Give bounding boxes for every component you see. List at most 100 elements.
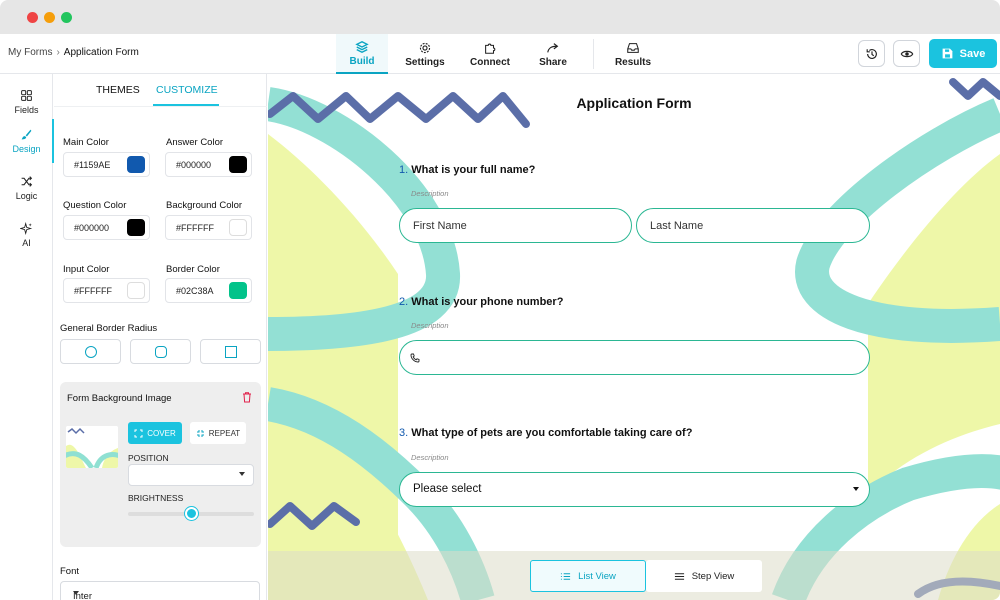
tab-customize[interactable]: CUSTOMIZE (156, 84, 218, 96)
rail-item-design[interactable]: Design (0, 119, 54, 163)
last-name-input[interactable]: Last Name (636, 208, 870, 243)
border-color-field[interactable]: #02C38A (165, 278, 252, 303)
input-color-swatch[interactable] (127, 282, 145, 299)
minimize-window-button[interactable] (44, 12, 55, 23)
share-arrow-icon (547, 42, 559, 53)
preview-button[interactable] (893, 40, 920, 67)
background-color-swatch[interactable] (229, 219, 247, 236)
rail-item-logic[interactable]: Logic (0, 166, 53, 210)
cover-button-label: COVER (147, 428, 176, 438)
position-select[interactable] (128, 464, 254, 486)
phone-icon (410, 353, 420, 363)
repeat-button[interactable]: REPEAT (190, 422, 246, 444)
tab-connect-label: Connect (470, 56, 510, 68)
chevron-down-icon (853, 487, 859, 491)
square-shape-icon (224, 345, 237, 358)
rail-item-ai[interactable]: AI (0, 213, 53, 257)
radius-round-button[interactable] (60, 339, 121, 364)
list-view-button[interactable]: List View (530, 560, 646, 592)
input-color-field[interactable]: #FFFFFF (63, 278, 150, 303)
tab-build[interactable]: Build (336, 34, 388, 74)
list-view-label: List View (578, 570, 616, 582)
history-icon (866, 48, 877, 59)
tab-themes[interactable]: THEMES (96, 84, 140, 96)
pets-select-value: Please select (413, 483, 482, 495)
border-radius-label: General Border Radius (60, 323, 158, 334)
left-rail: Fields Design Logic AI (0, 74, 54, 600)
border-color-swatch[interactable] (229, 282, 247, 299)
question-color-field[interactable]: #000000 (63, 215, 150, 240)
rail-item-fields[interactable]: Fields (0, 80, 53, 124)
question-3: 3. What type of pets are you comfortable… (399, 427, 692, 439)
answer-color-field[interactable]: #000000 (165, 152, 252, 177)
question-2-description: Description (411, 321, 449, 330)
background-image-thumbnail (66, 426, 118, 468)
tab-settings[interactable]: Settings (400, 34, 450, 74)
rail-label-ai: AI (22, 238, 31, 248)
tab-share-label: Share (539, 56, 567, 68)
background-color-field[interactable]: #FFFFFF (165, 215, 252, 240)
rail-label-fields: Fields (14, 105, 39, 115)
tab-share[interactable]: Share (528, 34, 578, 74)
top-navigation: My Forms › Application Form Build Settin… (0, 34, 1000, 74)
repeat-button-label: REPEAT (208, 428, 241, 438)
brightness-slider-thumb[interactable] (184, 507, 198, 520)
eye-icon (900, 50, 913, 57)
border-color-label: Border Color (166, 264, 220, 275)
brightness-label: BRIGHTNESS (128, 493, 184, 503)
tab-connect[interactable]: Connect (464, 34, 516, 74)
save-icon (942, 48, 953, 59)
rail-label-logic: Logic (15, 191, 38, 201)
question-3-description: Description (411, 453, 449, 462)
border-color-value: #02C38A (176, 286, 214, 296)
last-name-placeholder: Last Name (650, 220, 704, 232)
tab-build-label: Build (349, 55, 375, 67)
first-name-placeholder: First Name (413, 220, 467, 232)
close-window-button[interactable] (27, 12, 38, 23)
input-color-value: #FFFFFF (74, 286, 112, 296)
main-color-swatch[interactable] (127, 156, 145, 173)
question-1-description: Description (411, 189, 449, 198)
circle-shape-icon (84, 345, 97, 358)
app-window: My Forms › Application Form Build Settin… (0, 0, 1000, 600)
cover-button[interactable]: COVER (128, 422, 182, 444)
pets-select[interactable]: Please select (399, 472, 870, 507)
question-color-swatch[interactable] (127, 219, 145, 236)
shuffle-icon (21, 176, 33, 187)
save-button[interactable]: Save (929, 39, 997, 68)
puzzle-icon (485, 43, 496, 54)
breadcrumb-my-forms[interactable]: My Forms (8, 47, 52, 58)
main-color-value: #1159AE (74, 160, 111, 170)
answer-color-swatch[interactable] (229, 156, 247, 173)
inbox-icon (627, 42, 639, 53)
background-color-label: Background Color (166, 200, 243, 211)
history-button[interactable] (858, 40, 885, 67)
question-3-number: 3. (399, 427, 409, 439)
sparkle-icon (20, 222, 33, 235)
expand-icon (134, 429, 143, 437)
maximize-window-button[interactable] (61, 12, 72, 23)
breadcrumb-separator: › (56, 47, 60, 58)
answer-color-value: #000000 (176, 160, 212, 170)
chevron-down-icon (73, 591, 79, 595)
radius-square-button[interactable] (200, 339, 261, 364)
gear-icon (419, 42, 431, 53)
rounded-square-icon (154, 345, 167, 358)
main-color-field[interactable]: #1159AE (63, 152, 150, 177)
background-color-value: #FFFFFF (176, 223, 214, 233)
question-color-value: #000000 (74, 223, 110, 233)
font-select[interactable]: Inter (60, 581, 260, 600)
phone-input[interactable] (399, 340, 870, 375)
breadcrumb-current: Application Form (63, 47, 139, 58)
tab-results[interactable]: Results (608, 34, 658, 74)
list-icon (560, 572, 571, 580)
first-name-input[interactable]: First Name (399, 208, 632, 243)
position-label: POSITION (128, 453, 169, 463)
save-button-label: Save (959, 47, 986, 60)
chevron-down-icon (239, 472, 245, 476)
layers-icon (355, 40, 369, 53)
radius-medium-button[interactable] (130, 339, 191, 364)
step-view-button[interactable]: Step View (646, 560, 762, 592)
input-color-label: Input Color (63, 264, 110, 275)
trash-icon[interactable] (241, 391, 253, 403)
